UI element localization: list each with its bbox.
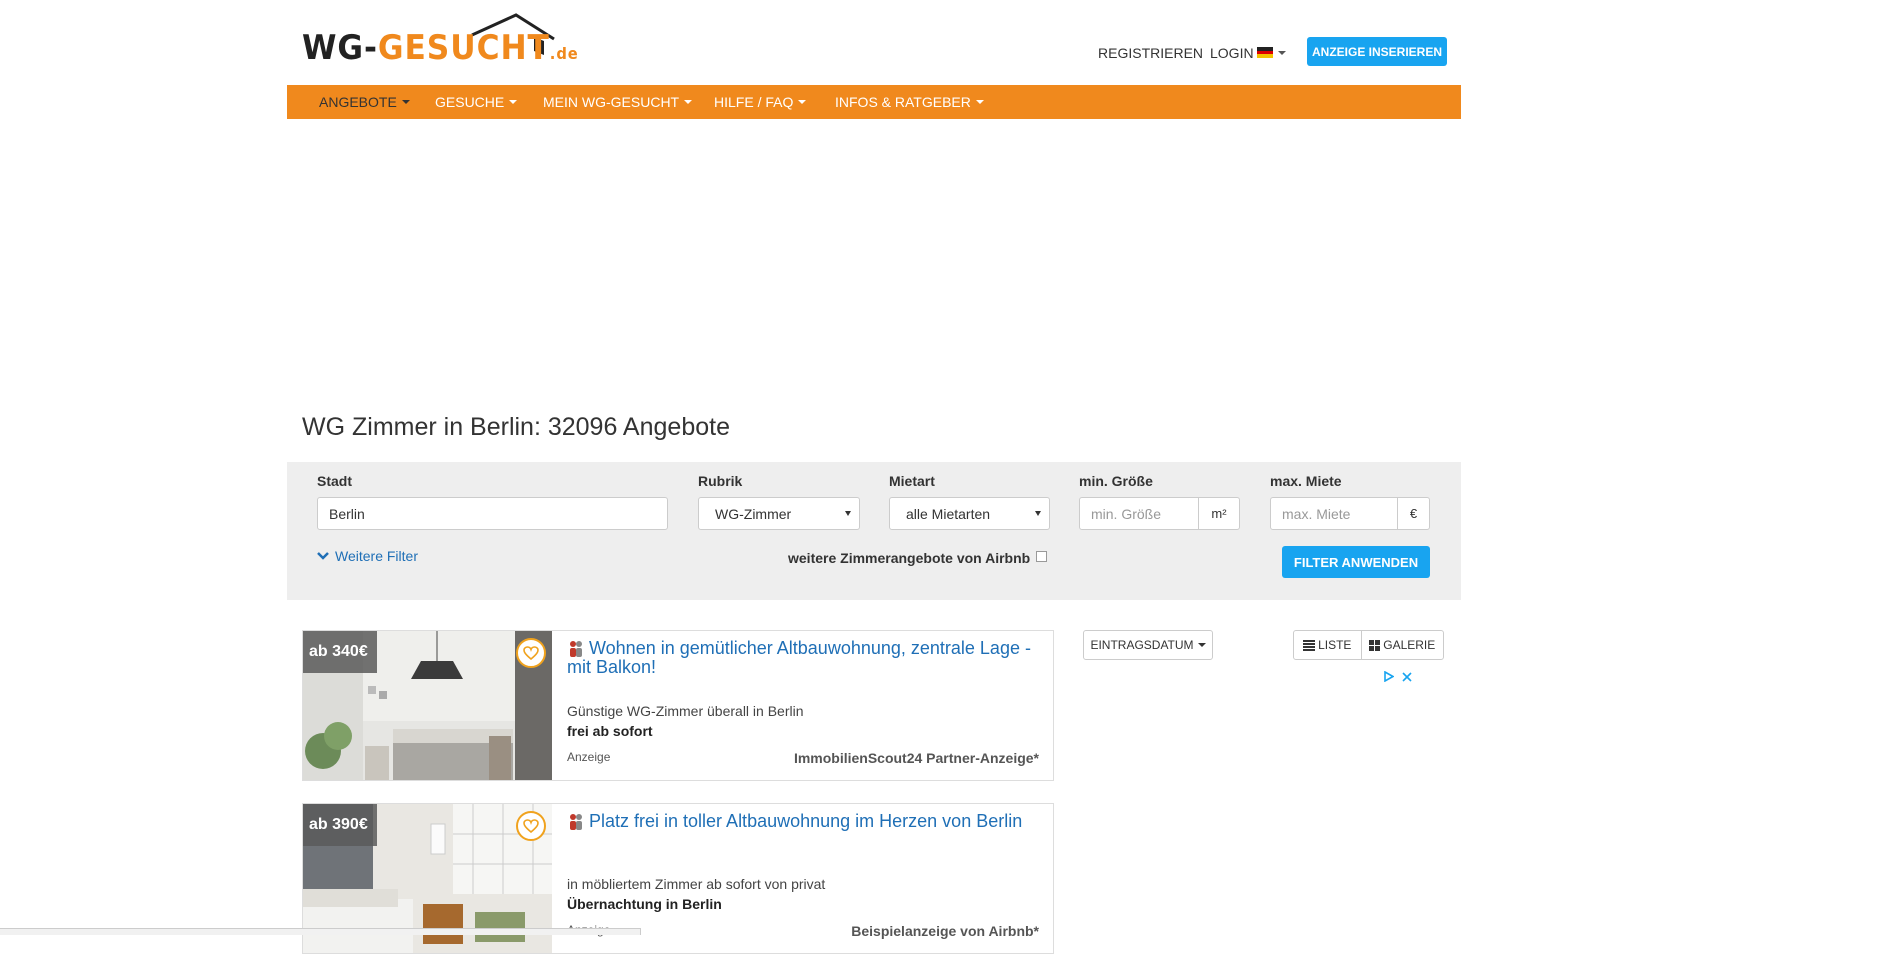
listing-availability: Übernachtung in Berlin: [567, 896, 722, 912]
people-icon: [570, 641, 582, 658]
listing-title-text: Platz frei in toller Altbauwohnung im He…: [589, 811, 1023, 831]
listing-title[interactable]: Platz frei in toller Altbauwohnung im He…: [567, 812, 1047, 831]
adchoices-icon[interactable]: [1384, 670, 1395, 683]
chevron-down-icon: [317, 552, 329, 560]
flag-de-icon[interactable]: [1257, 47, 1273, 58]
gallery-view-button[interactable]: GALERIE: [1362, 631, 1443, 659]
heart-icon: [523, 819, 539, 833]
ad-label: Anzeige: [567, 750, 611, 764]
category-select[interactable]: WG-Zimmer: [698, 497, 860, 530]
more-filters-label: Weitere Filter: [335, 548, 418, 564]
list-view-label: LISTE: [1318, 638, 1352, 652]
list-view-button[interactable]: LISTE: [1294, 631, 1362, 659]
chevron-down-icon: [975, 100, 984, 104]
people-icon: [570, 814, 582, 831]
nav-item-infos-ratgeber[interactable]: INFOS & RATGEBER: [835, 85, 984, 119]
login-link[interactable]: LOGIN: [1210, 45, 1254, 61]
category-value: WG-Zimmer: [715, 505, 792, 522]
sort-label: EINTRAGSDATUM: [1090, 638, 1194, 652]
listing-title-text: Wohnen in gemütlicher Altbauwohnung, zen…: [567, 638, 1031, 678]
nav-item-label: GESUCHE: [435, 94, 505, 110]
listing-description: Günstige WG-Zimmer überall in Berlin: [567, 703, 804, 719]
insert-ad-button[interactable]: ANZEIGE INSERIEREN: [1307, 37, 1447, 66]
max-rent-label: max. Miete: [1270, 473, 1342, 489]
rent-type-label: Mietart: [889, 473, 935, 489]
dropdown-arrow-icon: [845, 511, 851, 516]
airbnb-label: weitere Zimmerangebote von Airbnb: [788, 550, 1031, 566]
chevron-down-icon: [401, 100, 410, 104]
max-rent-input[interactable]: max. Miete: [1270, 497, 1398, 530]
city-label: Stadt: [317, 473, 352, 489]
view-toggle: LISTE GALERIE: [1293, 630, 1444, 660]
chevron-down-icon: [798, 100, 807, 104]
partner-label: ImmobilienScout24 Partner-Anzeige*: [793, 750, 1039, 766]
listing-availability: frei ab sofort: [567, 723, 653, 739]
partner-label: Beispielanzeige von Airbnb*: [851, 923, 1039, 939]
favorite-button[interactable]: [516, 638, 546, 668]
rent-type-select[interactable]: alle Mietarten: [889, 497, 1050, 530]
nav-item-label: HILFE / FAQ: [714, 94, 794, 110]
favorite-button[interactable]: [516, 811, 546, 841]
heart-icon: [523, 646, 539, 660]
logo-main: WG-GESUCHT: [302, 28, 550, 68]
nav-item-mein-wg-gesucht[interactable]: MEIN WG-GESUCHT: [543, 85, 693, 119]
chevron-down-icon: [509, 100, 518, 104]
nav-item-label: INFOS & RATGEBER: [835, 94, 971, 110]
dropdown-arrow-icon: [1035, 511, 1041, 516]
list-icon: [1303, 639, 1316, 651]
listing-title[interactable]: Wohnen in gemütlicher Altbauwohnung, zen…: [567, 638, 1047, 678]
chevron-down-icon[interactable]: [1278, 51, 1286, 55]
nav-item-label: MEIN WG-GESUCHT: [543, 94, 680, 110]
nav-item-angebote[interactable]: ANGEBOTE: [319, 85, 410, 119]
ad-controls[interactable]: [1384, 669, 1412, 685]
close-icon[interactable]: [1402, 672, 1412, 682]
gallery-view-label: GALERIE: [1383, 638, 1436, 652]
price-badge: ab 340€: [303, 631, 377, 673]
city-input[interactable]: Berlin: [317, 497, 668, 530]
nav-item-gesuche[interactable]: GESUCHE: [435, 85, 518, 119]
page-title: WG Zimmer in Berlin: 32096 Angebote: [302, 413, 730, 441]
chevron-down-icon: [1197, 643, 1206, 647]
apply-filter-button[interactable]: FILTER ANWENDEN: [1282, 546, 1430, 578]
category-label: Rubrik: [698, 473, 743, 489]
airbnb-checkbox[interactable]: [1036, 551, 1047, 562]
grid-icon: [1369, 639, 1381, 651]
register-link[interactable]: REGISTRIEREN: [1098, 45, 1203, 61]
price-badge: ab 390€: [303, 804, 377, 846]
nav-item-hilfe-faq[interactable]: HILFE / FAQ: [714, 85, 807, 119]
listing-description: in möbliertem Zimmer ab sofort von priva…: [567, 876, 826, 892]
more-filters-link[interactable]: Weitere Filter: [317, 548, 418, 564]
nav-item-label: ANGEBOTE: [319, 94, 397, 110]
rent-type-value: alle Mietarten: [906, 505, 991, 522]
min-size-input[interactable]: min. Größe: [1079, 497, 1199, 530]
sort-dropdown[interactable]: EINTRAGSDATUM: [1083, 630, 1213, 660]
min-size-label: min. Größe: [1079, 473, 1153, 489]
min-size-unit: m²: [1198, 497, 1240, 530]
site-logo[interactable]: WG-GESUCHT.de: [302, 28, 579, 68]
chevron-down-icon: [684, 100, 693, 104]
listing-card[interactable]: ab 340€ Wohnen in gemütlicher Altbauwohn…: [302, 630, 1054, 781]
logo-tld: .de: [549, 44, 579, 63]
max-rent-unit: €: [1397, 497, 1430, 530]
